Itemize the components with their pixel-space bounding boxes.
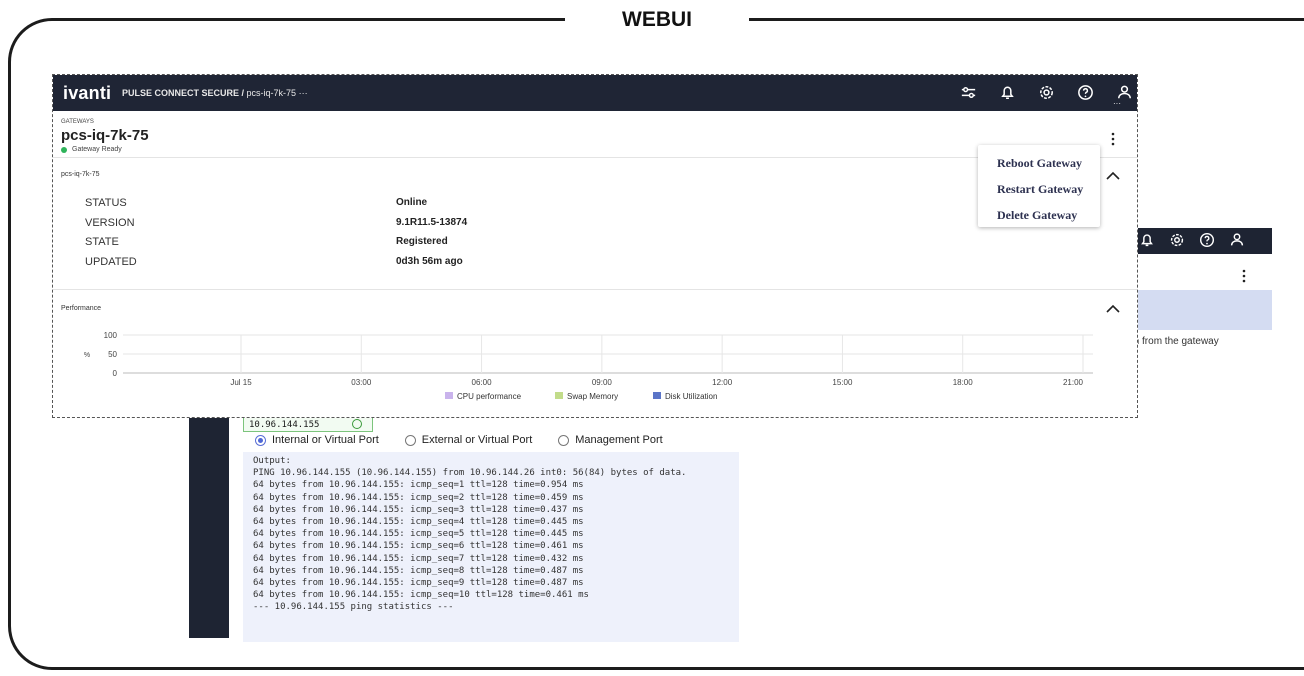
- x-tick-label: 09:00: [592, 378, 613, 387]
- x-tick-label: 15:00: [832, 378, 853, 387]
- y-tick-label: 0: [113, 369, 118, 378]
- radio-button[interactable]: [404, 434, 416, 446]
- x-tick-label: Jul 15: [230, 378, 252, 387]
- output-line: 64 bytes from 10.96.144.155: icmp_seq=9 …: [253, 577, 584, 588]
- menu-item-reboot-gateway[interactable]: Reboot Gateway: [978, 150, 1100, 176]
- menu-item-restart-gateway[interactable]: Restart Gateway: [978, 176, 1100, 202]
- legend-label: Swap Memory: [567, 392, 618, 401]
- output-line: 64 bytes from 10.96.144.155: icmp_seq=8 …: [253, 565, 584, 576]
- radio-button-selected[interactable]: [255, 434, 266, 446]
- radio-button[interactable]: [558, 434, 570, 446]
- x-tick-label: 18:00: [953, 378, 974, 387]
- output-line: 64 bytes from 10.96.144.155: icmp_seq=7 …: [253, 553, 584, 564]
- user-icon[interactable]: [1228, 231, 1246, 249]
- gateway-actions-menu: Reboot Gateway Restart Gateway Delete Ga…: [978, 145, 1100, 227]
- output-line: 64 bytes from 10.96.144.155: icmp_seq=10…: [253, 590, 589, 601]
- port-radio-group: Internal or Virtual Port External or Vir…: [255, 432, 663, 448]
- x-tick-label: 12:00: [712, 378, 733, 387]
- port-option-label: Management Port: [575, 434, 663, 446]
- x-tick-label: 06:00: [472, 378, 493, 387]
- legend-swatch: [445, 392, 453, 399]
- output-line: PING 10.96.144.155 (10.96.144.155) from …: [253, 468, 687, 479]
- ip-address-field[interactable]: 10.96.144.155: [243, 416, 373, 432]
- port-option-internal[interactable]: Internal or Virtual Port: [255, 434, 379, 446]
- port-option-external[interactable]: External or Virtual Port: [404, 434, 533, 446]
- output-line: 64 bytes from 10.96.144.155: icmp_seq=5 …: [253, 529, 584, 540]
- output-line: 64 bytes from 10.96.144.155: icmp_seq=4 …: [253, 516, 584, 527]
- performance-chart: 100 50 0% Jul 15 03:00 06:00 09:00 12:00 15:00 18…: [84, 331, 1093, 401]
- gateway-window: ivanti PULSE CONNECT SECURE / pcs-iq-7k-…: [52, 74, 1138, 418]
- port-option-label: Internal or Virtual Port: [272, 434, 379, 446]
- port-option-management[interactable]: Management Port: [558, 434, 663, 446]
- ip-address-value: 10.96.144.155: [249, 420, 320, 430]
- output-line: Output:: [253, 456, 291, 466]
- legend-swatch: [653, 392, 661, 399]
- menu-item-delete-gateway[interactable]: Delete Gateway: [978, 202, 1100, 228]
- y-axis-label: %: [84, 352, 90, 359]
- selected-row-highlight: [1137, 290, 1272, 330]
- check-circle-icon: [352, 419, 362, 429]
- x-tick-label: 21:00: [1063, 378, 1084, 387]
- output-line: 64 bytes from 10.96.144.155: icmp_seq=1 …: [253, 480, 584, 491]
- frame-title: WEBUI: [565, 6, 749, 34]
- kebab-menu-icon[interactable]: [1240, 268, 1248, 284]
- help-icon[interactable]: [1198, 231, 1216, 249]
- legend-label: Disk Utilization: [665, 392, 717, 401]
- back-window-icons: [1138, 231, 1246, 249]
- output-line: 64 bytes from 10.96.144.155: icmp_seq=6 …: [253, 541, 584, 552]
- x-tick-label: 03:00: [351, 378, 372, 387]
- output-line: --- 10.96.144.155 ping statistics ---: [253, 602, 454, 613]
- y-tick-label: 50: [108, 350, 117, 359]
- output-line: 64 bytes from 10.96.144.155: icmp_seq=2 …: [253, 492, 584, 503]
- gear-icon[interactable]: [1168, 231, 1186, 249]
- ping-output: Output: PING 10.96.144.155 (10.96.144.15…: [243, 452, 739, 642]
- legend-swatch: [555, 392, 563, 399]
- legend-label: CPU performance: [457, 392, 522, 401]
- y-tick-label: 100: [104, 331, 118, 340]
- bell-icon[interactable]: [1138, 231, 1156, 249]
- port-option-label: External or Virtual Port: [421, 434, 533, 446]
- output-line: 64 bytes from 10.96.144.155: icmp_seq=3 …: [253, 504, 584, 515]
